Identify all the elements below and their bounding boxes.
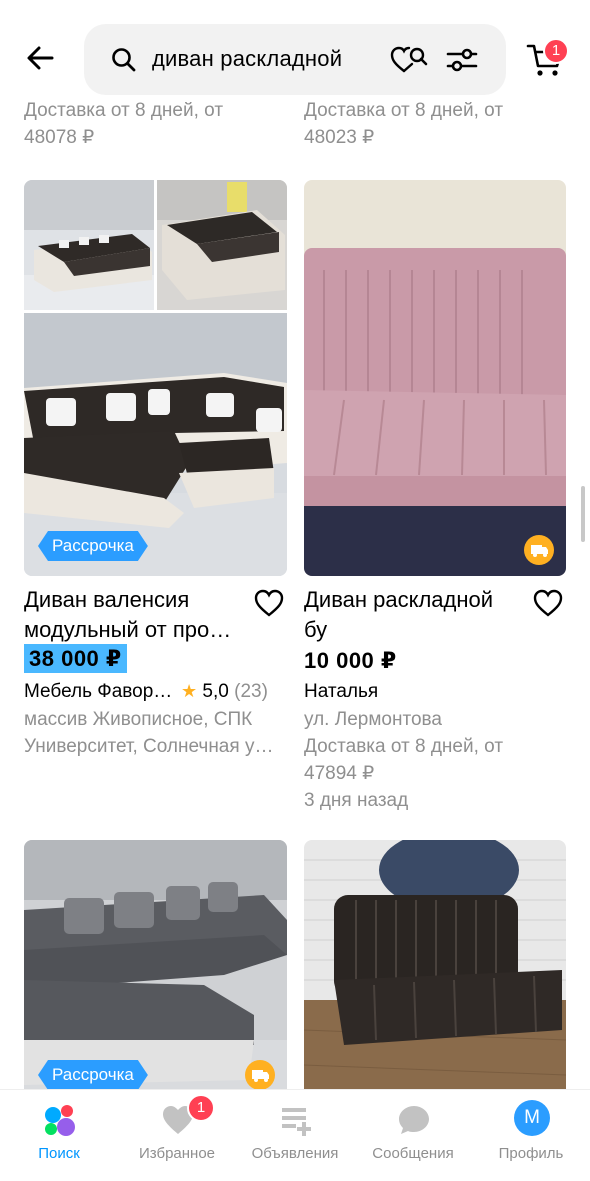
listing-feed[interactable]: Доставка от 8 дней, от 48078 ₽ Доставка … bbox=[0, 0, 590, 1181]
avatar: М bbox=[514, 1100, 550, 1136]
tab-profile[interactable]: М Профиль bbox=[472, 1090, 590, 1181]
delivery-truck-icon bbox=[245, 1060, 275, 1090]
star-icon: ★ bbox=[181, 681, 198, 701]
tab-label: Сообщения bbox=[372, 1145, 454, 1162]
listing-location: ул. Лермонтова Доставка от 8 дней, от 47… bbox=[304, 709, 504, 811]
installment-badge: Рассрочка bbox=[38, 1060, 148, 1090]
listing-title[interactable]: Диван валенсия модульный от про… bbox=[24, 585, 244, 645]
tab-favorites[interactable]: Избранное bbox=[118, 1090, 236, 1181]
favorites-count-badge: 1 bbox=[187, 1094, 215, 1122]
search-input[interactable]: диван раскладной bbox=[84, 24, 506, 95]
tab-label: Профиль bbox=[498, 1145, 564, 1162]
filter-icon[interactable] bbox=[446, 46, 478, 74]
partial-delivery-left: Доставка от 8 дней, от bbox=[24, 100, 224, 121]
cart-count-badge: 1 bbox=[543, 38, 569, 64]
tab-label: Поиск bbox=[38, 1145, 80, 1162]
ads-icon bbox=[278, 1102, 314, 1138]
scrollbar[interactable] bbox=[581, 486, 585, 542]
partial-price-right: 48023 ₽ bbox=[304, 127, 375, 148]
listing-price: 38 000 ₽ bbox=[24, 644, 127, 673]
partial-delivery-right: Доставка от 8 дней, от bbox=[304, 100, 504, 121]
search-tab-icon bbox=[42, 1102, 78, 1138]
tab-search[interactable]: Поиск bbox=[0, 1090, 118, 1181]
listing-location: массив Живописное, СПК Университет, Солн… bbox=[24, 709, 274, 757]
seller-name[interactable]: Наталья bbox=[304, 681, 378, 703]
favorite-heart-icon[interactable] bbox=[254, 589, 284, 617]
search-query[interactable]: диван раскладной bbox=[152, 46, 342, 72]
search-icon bbox=[110, 46, 138, 74]
tab-ads[interactable]: Объявления bbox=[236, 1090, 354, 1181]
save-search-icon[interactable] bbox=[390, 44, 430, 76]
installment-badge: Рассрочка bbox=[38, 531, 148, 561]
tab-label: Избранное bbox=[138, 1145, 216, 1162]
partial-price-left: 48078 ₽ bbox=[24, 127, 95, 148]
tab-messages[interactable]: Сообщения bbox=[354, 1090, 472, 1181]
listing-title[interactable]: Диван раскладной бу bbox=[304, 585, 524, 645]
delivery-truck-icon bbox=[524, 535, 554, 565]
seller-rating: ★ 5,0 (23) bbox=[181, 681, 268, 702]
top-bar: диван раскладной 1 bbox=[0, 0, 590, 102]
listing-photo[interactable] bbox=[304, 840, 566, 1100]
bottom-navigation: Поиск Избранное Объявления Сообщения М П… bbox=[0, 1089, 590, 1181]
listing-photo[interactable] bbox=[24, 180, 154, 310]
favorite-heart-icon[interactable] bbox=[533, 589, 563, 617]
seller-name[interactable]: Мебель Фавор… bbox=[24, 681, 172, 703]
chat-icon bbox=[396, 1102, 432, 1138]
listing-price: 10 000 ₽ bbox=[304, 648, 397, 673]
tab-label: Объявления bbox=[251, 1145, 339, 1162]
listing-photo[interactable] bbox=[157, 180, 287, 310]
listing-photo[interactable] bbox=[304, 180, 566, 576]
back-arrow-icon[interactable] bbox=[22, 40, 58, 76]
